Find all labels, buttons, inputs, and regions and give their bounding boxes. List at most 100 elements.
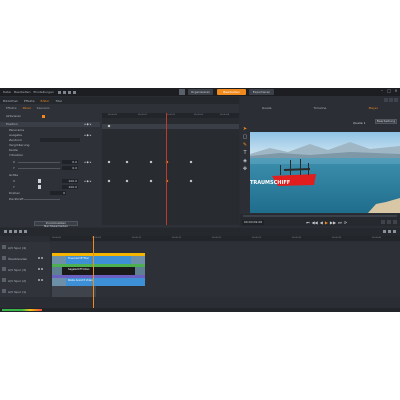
keyframe-marker[interactable] [125,160,129,164]
subtab-panel[interactable]: Panel [23,106,31,110]
position-y-slider[interactable] [18,168,60,169]
mute-icon[interactable] [41,257,43,259]
property-row[interactable]: Größe [0,173,100,178]
track-visibility-icon[interactable] [2,245,6,249]
prev-keyframe-icon[interactable]: ◂ [84,133,86,137]
track-header[interactable]: A/V Spur (1) [0,286,50,297]
track-visibility-icon[interactable] [2,256,6,260]
property-row[interactable]: Deckkraft [0,197,100,202]
track-lane[interactable]: Segelschiff Video [50,264,400,275]
overlay-title-text[interactable]: TRAUMSCHIFF [250,180,290,186]
close-icon[interactable]: × [394,89,398,93]
tab-editor[interactable]: Editor [38,99,53,103]
position-y-value[interactable]: 0.0 [62,166,78,170]
keyframe-marker[interactable] [149,160,153,164]
layout-icon[interactable] [389,98,393,102]
prev-keyframe-icon[interactable]: ◂ [84,179,86,183]
subtab-scenario[interactable]: Szenario [37,106,50,110]
tab-player[interactable]: Player [347,105,400,111]
track-header[interactable]: A/V Spur (4) [0,242,50,253]
lock-icon[interactable] [38,279,40,281]
pen-icon[interactable]: ✎ [243,143,247,148]
transform-icon[interactable]: ✥ [243,167,247,172]
add-keyframe-icon[interactable]: ◆ [87,179,89,183]
fullscreen-icon[interactable] [384,98,388,102]
position-x-slider[interactable] [18,162,60,163]
property-row[interactable]: Aktivieren [0,114,100,119]
next-keyframe-icon[interactable]: ▸ [90,179,92,183]
fast-forward-button[interactable]: ▶▶ [330,220,336,225]
tab-export[interactable]: Exportieren [249,89,274,95]
snap-icon[interactable] [14,230,17,233]
tab-library[interactable]: Bibliothek [0,99,21,103]
track-visibility-icon[interactable] [2,278,6,282]
property-row[interactable]: X 100.0 ◂ ◆ ▸ [0,179,100,184]
zoom-in-icon[interactable] [388,230,391,233]
property-row[interactable]: Y 0.0 [0,166,100,171]
property-row[interactable]: Y-Position [0,153,100,158]
track-header[interactable]: A/V Spur (3) [0,264,50,275]
track-header[interactable]: Überblenden [0,253,50,264]
pointer-icon[interactable]: ➤ [243,127,247,132]
tab-titles[interactable]: Titel [52,99,64,103]
prev-keyframe-icon[interactable]: ◂ [84,160,86,164]
property-row[interactable]: Drehen 0 [0,191,100,196]
tab-effects[interactable]: Effekte [21,99,38,103]
play-button[interactable]: ▶ [325,220,328,225]
keyframe-marker[interactable] [107,160,111,164]
link-icon[interactable] [9,230,12,233]
next-keyframe-icon[interactable]: ▸ [90,160,92,164]
subtab-effects[interactable]: Effekte [6,106,17,110]
size-y-value[interactable]: 100.0 [62,185,78,189]
position-x-value[interactable]: 0.0 [62,160,78,164]
rotation-value[interactable]: 0 [50,191,66,195]
video-clip[interactable]: Segelschiff Video [52,267,145,275]
mode-dropdown[interactable]: Bearbeitung [375,119,397,124]
tab-timeline[interactable]: Timeline [293,105,346,111]
next-keyframe-icon[interactable]: ▸ [90,122,92,126]
step-back-button[interactable]: ◀ [320,220,323,225]
keyframe-marker[interactable] [107,179,111,183]
keyframe-playhead[interactable] [166,113,167,225]
text-tool-icon[interactable]: T [243,151,246,156]
crop-icon[interactable]: ▢ [243,135,248,140]
size-x-handle[interactable] [38,179,41,183]
minimize-icon[interactable]: – [380,89,384,93]
rewind-button[interactable]: ◀◀ [312,220,318,225]
lock-icon[interactable] [38,257,40,259]
save-icon[interactable] [67,90,71,94]
center-field[interactable] [40,138,80,142]
home-icon[interactable] [179,89,185,95]
timeline-playhead[interactable] [93,236,94,308]
enable-checkbox[interactable] [42,115,45,118]
menu-settings[interactable]: Einstellungen [34,90,54,94]
help-icon[interactable] [72,90,76,94]
reset-button[interactable]: Zurücksetzen Nachbearbeiten [34,221,78,228]
track-header[interactable]: A/V Spur (2) [0,275,50,286]
track-lane[interactable] [50,242,400,253]
snapshot-icon[interactable] [387,220,391,224]
track-lane[interactable]: Traumschiff Titel [50,253,400,264]
track-lane[interactable]: Küste Ansicht Video [50,275,400,286]
menu-file[interactable]: Datei [3,90,11,94]
undo-icon[interactable] [57,90,61,94]
keyframe-marker[interactable] [149,179,153,183]
volume-icon[interactable] [381,220,385,224]
mute-icon[interactable] [41,268,43,270]
property-row[interactable]: Y 100.0 [0,185,100,190]
video-preview[interactable]: TRAUMSCHIFF [250,132,400,213]
add-keyframe-icon[interactable]: ◆ [87,160,89,164]
zoom-out-icon[interactable] [383,230,386,233]
redo-icon[interactable] [62,90,66,94]
keyframe-marker[interactable] [189,160,193,164]
audio-mixer-icon[interactable] [24,230,27,233]
add-keyframe-icon[interactable]: ◆ [87,122,89,126]
timeline-ruler[interactable]: 00:00:00 00:00:05 00:00:10 00:00:15 00:0… [50,236,400,241]
marker-icon[interactable] [19,230,22,233]
track-visibility-icon[interactable] [2,289,6,293]
tab-organize[interactable]: Organisieren [188,89,213,95]
size-y-handle[interactable] [38,185,41,189]
loop-button[interactable]: ⟳ [344,220,347,225]
skip-end-button[interactable]: ⏭ [338,220,342,225]
tab-source[interactable]: Quelle [240,105,293,111]
